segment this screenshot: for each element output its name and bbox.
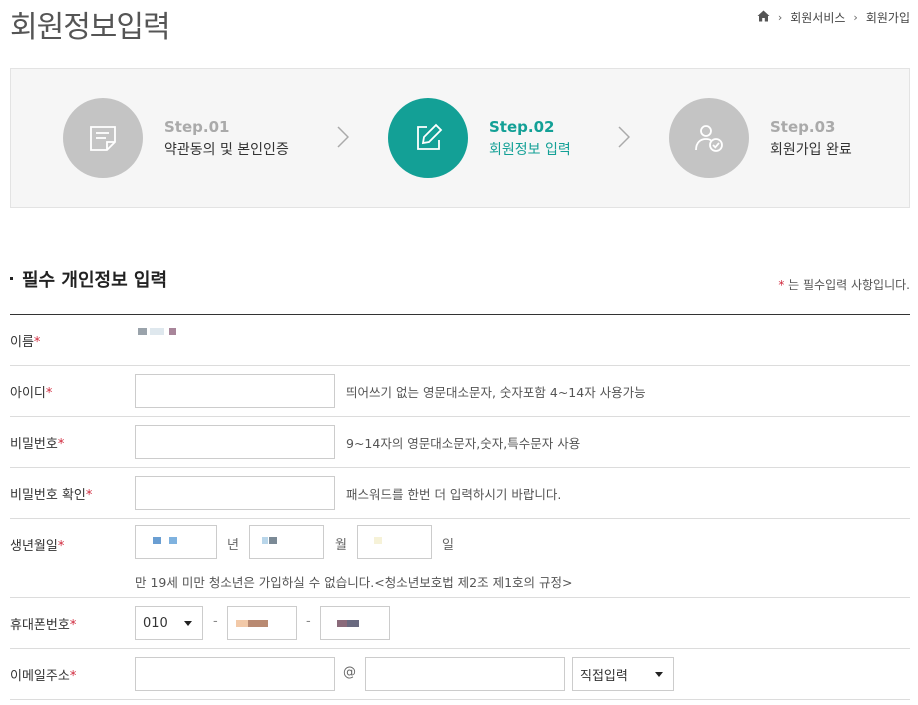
password-confirm-input[interactable] xyxy=(135,476,335,510)
user-check-icon xyxy=(669,98,749,178)
phone-last-input[interactable] xyxy=(320,606,390,640)
form-row-email: 이메일주소* @ 직접입력 xyxy=(10,649,910,700)
password-label: 비밀번호* xyxy=(10,437,65,452)
page-title: 회원정보입력 xyxy=(10,10,171,45)
birth-day-unit: 일 xyxy=(442,538,454,553)
chevron-right-icon xyxy=(618,126,630,148)
birth-label: 생년월일* xyxy=(10,539,65,554)
breadcrumb-item-service[interactable]: 회원서비스 xyxy=(790,9,845,26)
birth-month-unit: 월 xyxy=(335,538,347,553)
step-1-number: Step.01 xyxy=(164,117,230,136)
breadcrumb-item-join[interactable]: 회원가입 xyxy=(866,9,910,26)
home-icon[interactable] xyxy=(757,10,770,25)
form-row-id: 아이디* 띄어쓰기 없는 영문대소문자, 숫자포함 4~14자 사용가능 xyxy=(10,366,910,417)
password-confirm-label: 비밀번호 확인* xyxy=(10,488,93,503)
name-label: 이름* xyxy=(10,335,41,350)
step-2-number: Step.02 xyxy=(489,117,555,136)
birth-day-input[interactable] xyxy=(357,525,432,559)
email-label: 이메일주소* xyxy=(10,669,77,684)
step-3-number: Step.03 xyxy=(770,117,836,136)
chevron-right-icon xyxy=(337,126,349,148)
breadcrumb-separator-icon: › xyxy=(853,11,858,24)
step-2: Step.02 회원정보 입력 xyxy=(388,98,571,178)
step-2-name: 회원정보 입력 xyxy=(489,141,571,158)
section-title: 필수 개인정보 입력 xyxy=(10,266,910,292)
chevron-down-icon xyxy=(655,672,663,677)
id-label: 아이디* xyxy=(10,386,53,401)
chevron-down-icon xyxy=(184,621,192,626)
form-row-password-confirm: 비밀번호 확인* 패스워드를 한번 더 입력하시기 바랍니다. xyxy=(10,468,910,519)
step-3-name: 회원가입 완료 xyxy=(770,141,852,158)
breadcrumb: › 회원서비스 › 회원가입 xyxy=(757,9,910,26)
step-1: Step.01 약관동의 및 본인인증 xyxy=(63,98,289,178)
phone-dash: - xyxy=(213,614,218,629)
birth-year-input[interactable] xyxy=(135,525,217,559)
step-progress: Step.01 약관동의 및 본인인증 Step.02 회원정보 입력 Step… xyxy=(10,68,910,208)
breadcrumb-separator-icon: › xyxy=(777,11,783,24)
phone-label: 휴대폰번호* xyxy=(10,618,77,633)
email-domain-input[interactable] xyxy=(365,657,565,691)
id-help-text: 띄어쓰기 없는 영문대소문자, 숫자포함 4~14자 사용가능 xyxy=(346,385,646,400)
email-at-sign: @ xyxy=(343,665,356,680)
password-confirm-help-text: 패스워드를 한번 더 입력하시기 바랍니다. xyxy=(346,487,562,502)
birth-month-input[interactable] xyxy=(249,525,324,559)
email-local-input[interactable] xyxy=(135,657,335,691)
form-row-password: 비밀번호* 9~14자의 영문대소문자,숫자,특수문자 사용 xyxy=(10,417,910,468)
birth-year-unit: 년 xyxy=(227,538,239,553)
form-row-phone: 휴대폰번호* 010 - - xyxy=(10,598,910,649)
edit-icon xyxy=(388,98,468,178)
step-3: Step.03 회원가입 완료 xyxy=(669,98,852,178)
phone-middle-input[interactable] xyxy=(227,606,297,640)
form-row-birth: 생년월일* 년 월 일 만 19세 미만 청소년은 가입하실 수 없습니다.<청… xyxy=(10,519,910,598)
document-icon xyxy=(63,98,143,178)
id-input[interactable] xyxy=(135,374,335,408)
required-note: * 는 필수입력 사항입니다. xyxy=(778,278,910,292)
password-help-text: 9~14자의 영문대소문자,숫자,특수문자 사용 xyxy=(346,436,581,451)
phone-dash: - xyxy=(306,614,311,629)
phone-prefix-select[interactable]: 010 xyxy=(135,606,203,640)
birth-age-notice: 만 19세 미만 청소년은 가입하실 수 없습니다.<청소년보호법 제2조 제1… xyxy=(135,575,573,590)
password-input[interactable] xyxy=(135,425,335,459)
section-header: 필수 개인정보 입력 * 는 필수입력 사항입니다. xyxy=(10,266,910,292)
form-row-name: 이름* xyxy=(10,315,910,366)
step-1-name: 약관동의 및 본인인증 xyxy=(164,141,289,158)
email-domain-select[interactable]: 직접입력 xyxy=(572,657,674,691)
